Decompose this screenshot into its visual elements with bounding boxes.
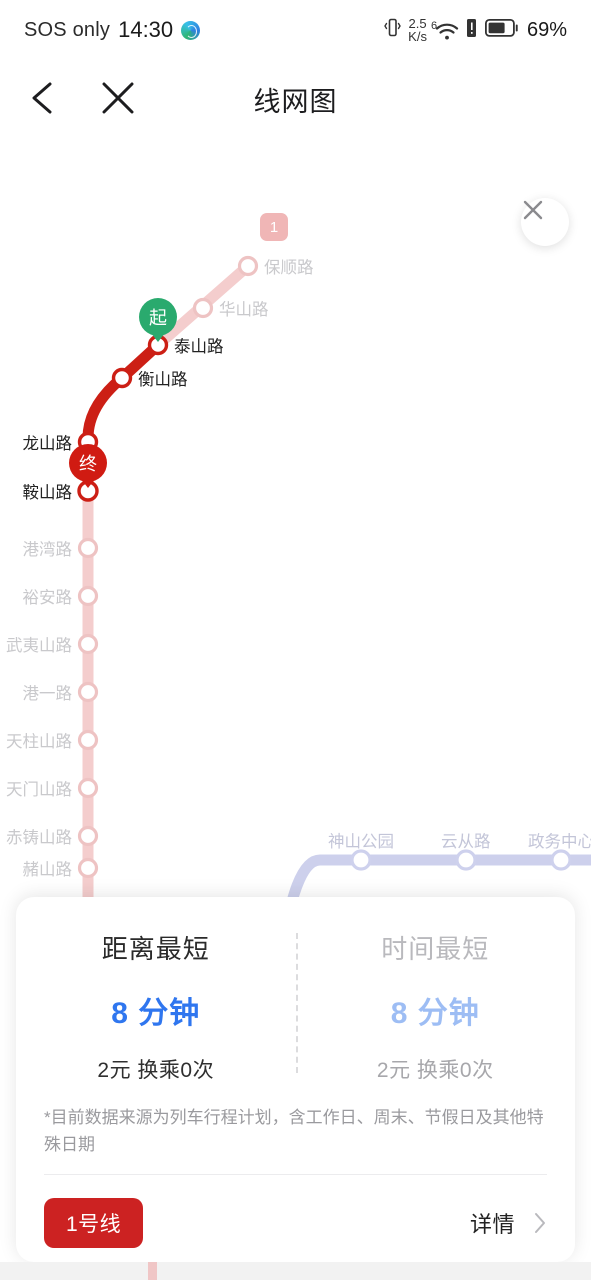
page-bottom-strip <box>0 1262 591 1280</box>
back-button[interactable] <box>22 74 68 122</box>
destination-marker[interactable]: 终 <box>69 444 107 482</box>
station-dot-hengshanlu <box>111 367 133 389</box>
station-label-gangyilu: 港一路 <box>22 685 73 703</box>
network-speed-value: 2.5 <box>408 15 427 31</box>
station-dot-gangyilu <box>77 681 99 703</box>
close-icon <box>523 200 543 220</box>
station-label-baoshunlu: 保顺路 <box>264 259 314 277</box>
data-source-note: *目前数据来源为列车行程计划，含工作日、周末、节假日及其他特殊日期 <box>44 1108 544 1155</box>
status-bar-right: 2.5 K/s 6 69% <box>384 15 567 44</box>
station-label-shenshangongyuan: 神山公园 <box>328 833 394 851</box>
station-label-huashanlu: 华山路 <box>219 301 269 319</box>
close-icon <box>102 82 134 114</box>
station-label-zhengwuzhongxin: 政务中心 <box>528 833 591 851</box>
route-option-duration: 8 分钟 <box>390 997 480 1030</box>
line-number-badge[interactable]: 1 <box>260 213 288 241</box>
station-label-tianmenshanlu: 天门山路 <box>6 781 72 799</box>
clock-label: 14:30 <box>118 17 174 42</box>
station-label-gangwanlu: 港湾路 <box>22 541 73 559</box>
carrier-label: SOS only <box>24 18 111 41</box>
station-dot-gangwanlu <box>77 537 99 559</box>
station-dot-shenshangongyuan <box>350 849 372 871</box>
line-tag-button[interactable]: 1号线 <box>44 1198 144 1248</box>
route-option-title: 距离最短 <box>101 934 210 964</box>
station-label-wuyishanlu: 武夷山路 <box>6 637 72 655</box>
close-button[interactable] <box>94 74 142 122</box>
detail-button[interactable]: 详情 <box>470 1207 547 1239</box>
route-option-fare-transfers: 2元 换乘0次 <box>376 1059 494 1082</box>
card-footer: 1号线 详情 <box>16 1192 575 1254</box>
page-title: 线网图 <box>253 86 338 117</box>
station-dot-zheshanlu <box>77 857 99 879</box>
route-option-shortest-distance[interactable]: 距离最短 8 分钟 2元 换乘0次 <box>16 929 296 1084</box>
chevron-right-icon <box>535 1213 545 1233</box>
station-label-yunconglu: 云从路 <box>441 833 491 851</box>
map-close-button[interactable] <box>521 198 569 246</box>
station-label-chizhushanlu: 赤铸山路 <box>6 829 72 847</box>
status-bar-left: SOS only 14:30 <box>24 17 201 43</box>
route-summary-card: 距离最短 8 分钟 2元 换乘0次 时间最短 8 分钟 2元 换乘0次 *目前数… <box>16 897 575 1262</box>
alert-icon <box>465 18 478 43</box>
station-dot-huashanlu <box>192 297 214 319</box>
card-divider <box>44 1174 547 1175</box>
network-speed-unit: K/s <box>408 29 427 44</box>
chevron-left-icon <box>32 82 52 114</box>
route-option-duration: 8 分钟 <box>111 997 201 1030</box>
station-label-longshanlu: 龙山路 <box>22 435 73 453</box>
route-option-fare-transfers: 2元 换乘0次 <box>97 1059 215 1082</box>
station-label-yuanlu: 裕安路 <box>22 589 73 607</box>
station-label-taishanlu: 泰山路 <box>174 338 224 356</box>
network-speed: 2.5 K/s <box>408 15 427 44</box>
battery-percent-label: 69% <box>526 18 567 41</box>
station-dot-wuyishanlu <box>77 633 99 655</box>
station-dot-tianzhushanlu <box>77 729 99 751</box>
station-dot-tianmenshanlu <box>77 777 99 799</box>
phone-screen: SOS only 14:30 2.5 K/s 6 69% 线网图 1 起 终 保… <box>0 0 591 1280</box>
line1-tail <box>148 1262 157 1280</box>
origin-marker[interactable]: 起 <box>139 298 177 336</box>
route-option-shortest-time[interactable]: 时间最短 8 分钟 2元 换乘0次 <box>296 929 576 1084</box>
nav-bar: 线网图 <box>0 60 591 138</box>
battery-icon <box>484 18 518 42</box>
detail-label: 详情 <box>469 1212 515 1237</box>
globe-icon <box>181 20 201 40</box>
route-option-title: 时间最短 <box>381 934 490 964</box>
station-dot-chizhushanlu <box>77 825 99 847</box>
station-label-anshanlu: 鞍山路 <box>22 484 73 502</box>
wifi-icon: 6 <box>431 20 459 40</box>
station-dot-yunconglu <box>455 849 477 871</box>
station-label-tianzhushanlu: 天柱山路 <box>6 733 72 751</box>
station-label-hengshanlu: 衡山路 <box>138 371 188 389</box>
station-label-zheshanlu: 赭山路 <box>22 861 73 879</box>
station-dot-yuanlu <box>77 585 99 607</box>
station-dot-baoshunlu <box>237 255 259 277</box>
route-options-divider <box>295 933 298 1073</box>
status-bar: SOS only 14:30 2.5 K/s 6 69% <box>0 0 591 60</box>
route-options: 距离最短 8 分钟 2元 换乘0次 时间最短 8 分钟 2元 换乘0次 <box>16 897 575 1084</box>
vibrate-icon <box>384 17 401 43</box>
station-dot-zhengwuzhongxin <box>550 849 572 871</box>
